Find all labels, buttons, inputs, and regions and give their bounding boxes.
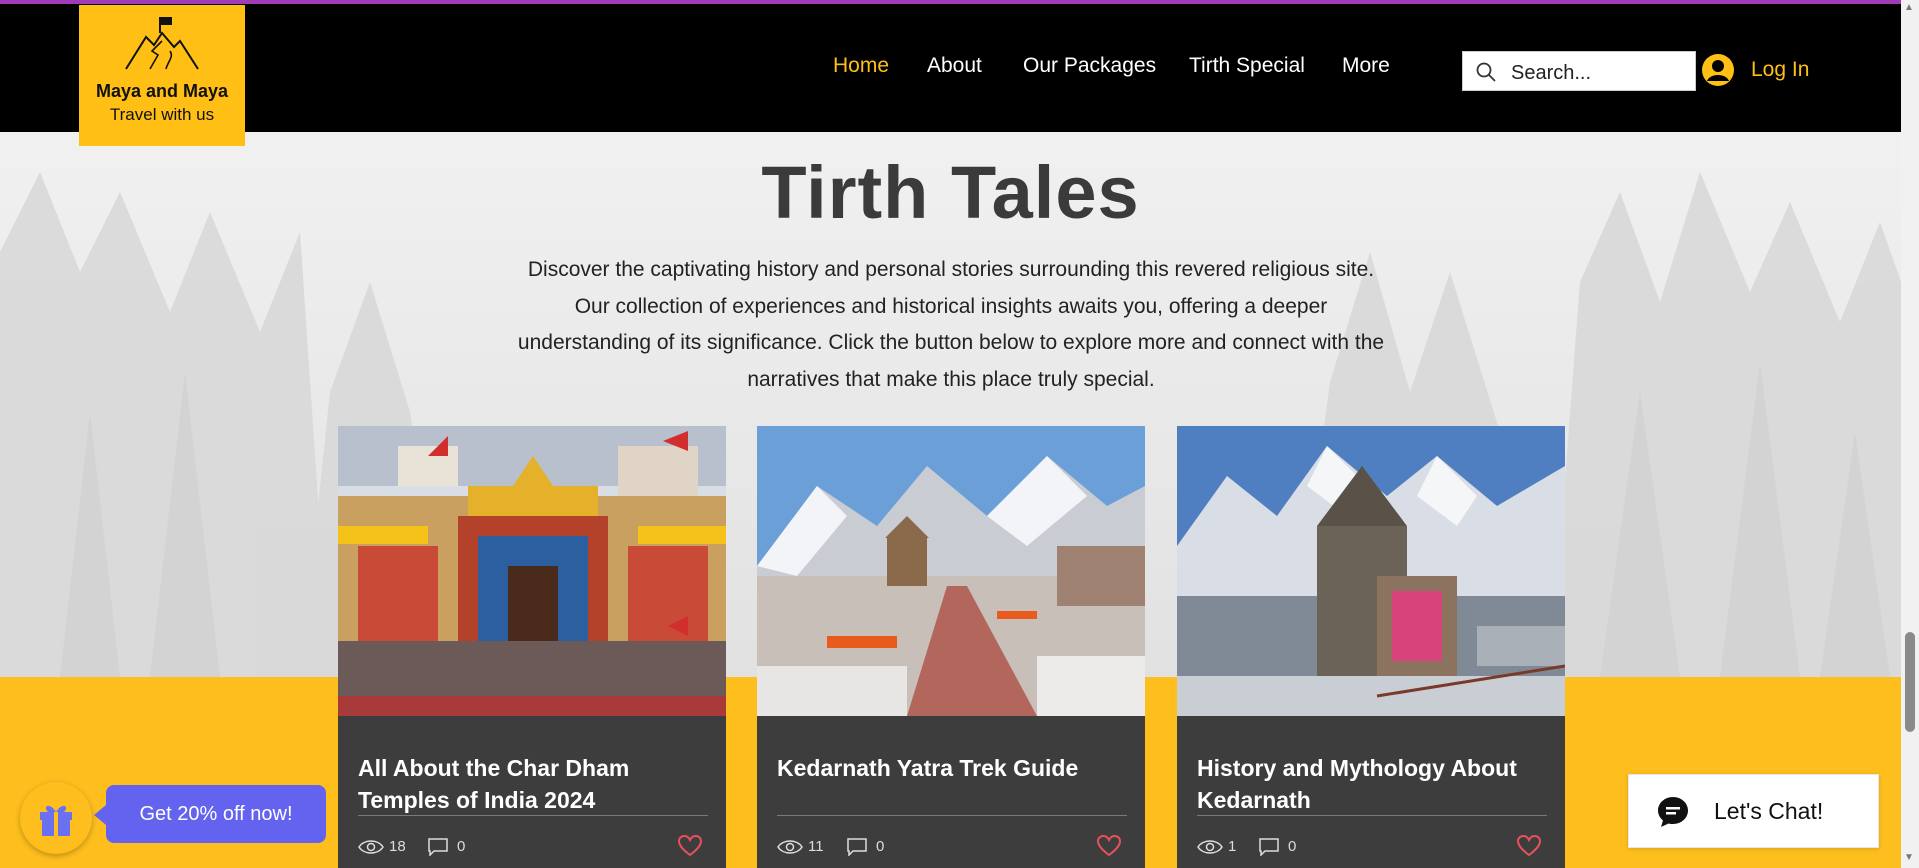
user-avatar-icon xyxy=(1702,54,1734,86)
promo-pointer xyxy=(94,805,106,825)
nav-tirth-special[interactable]: Tirth Special xyxy=(1189,54,1305,78)
intro-paragraph: Discover the captivating history and per… xyxy=(517,258,1385,391)
eye-icon xyxy=(777,840,803,854)
nav-more[interactable]: More xyxy=(1342,54,1390,78)
page-scrollbar[interactable] xyxy=(1901,0,1919,868)
page-title: Tirth Tales xyxy=(761,151,1140,234)
heart-icon[interactable] xyxy=(1517,835,1541,857)
chat-label: Let's Chat! xyxy=(1714,798,1824,824)
kedarnath-trek-image xyxy=(757,426,1145,716)
scroll-down-arrow-icon[interactable]: ▼ xyxy=(1904,852,1914,863)
kedarnath-temple-image xyxy=(1177,426,1565,716)
comment-count: 0 xyxy=(876,838,885,855)
view-count: 18 xyxy=(389,838,406,855)
site-header: Home About Our Packages Tirth Special Mo… xyxy=(0,4,1901,132)
scroll-up-arrow-icon[interactable]: ▲ xyxy=(1904,2,1914,13)
gift-promo-button[interactable] xyxy=(20,782,92,854)
search-box[interactable] xyxy=(1462,51,1696,91)
view-count: 11 xyxy=(808,838,824,855)
search-input[interactable] xyxy=(1509,58,1693,88)
brand-tagline: Travel with us xyxy=(109,105,215,124)
heart-icon[interactable] xyxy=(1097,835,1121,857)
card-divider xyxy=(777,815,1127,816)
site-logo[interactable]: Maya and Maya Travel with us xyxy=(79,5,245,146)
card-divider xyxy=(358,815,708,816)
nav-our-packages[interactable]: Our Packages xyxy=(1023,54,1156,78)
post-title[interactable]: All About the Char Dham Temples of India… xyxy=(358,752,708,816)
view-count: 1 xyxy=(1228,838,1237,855)
mountain-flag-logo-icon xyxy=(125,17,199,70)
comment-count: 0 xyxy=(457,838,466,855)
post-title[interactable]: History and Mythology About Kedarnath xyxy=(1197,752,1547,816)
blog-post-card[interactable]: Kedarnath Yatra Trek Guide 11 0 xyxy=(757,426,1145,868)
card-divider xyxy=(1197,815,1547,816)
chat-widget[interactable]: Let's Chat! xyxy=(1628,774,1879,848)
comment-icon xyxy=(847,838,867,856)
promo-banner[interactable]: Get 20% off now! xyxy=(106,785,326,843)
nav-home[interactable]: Home xyxy=(833,54,889,78)
search-icon xyxy=(1476,62,1496,82)
chat-bubble-icon xyxy=(1658,797,1688,827)
comment-count: 0 xyxy=(1288,838,1297,855)
badrinath-temple-image xyxy=(338,426,726,716)
eye-icon xyxy=(358,840,384,854)
login-label: Log In xyxy=(1751,58,1810,81)
post-title[interactable]: Kedarnath Yatra Trek Guide xyxy=(777,752,1127,784)
comment-icon xyxy=(428,838,448,856)
brand-name: Maya and Maya xyxy=(95,81,229,101)
blog-post-card[interactable]: History and Mythology About Kedarnath 1 … xyxy=(1177,426,1565,868)
eye-icon xyxy=(1197,840,1223,854)
gift-icon xyxy=(40,805,72,836)
comment-icon xyxy=(1259,838,1279,856)
scrollbar-thumb[interactable] xyxy=(1905,632,1915,732)
heart-icon[interactable] xyxy=(678,835,702,857)
blog-post-card[interactable]: All About the Char Dham Temples of India… xyxy=(338,426,726,868)
nav-about[interactable]: About xyxy=(927,54,982,78)
